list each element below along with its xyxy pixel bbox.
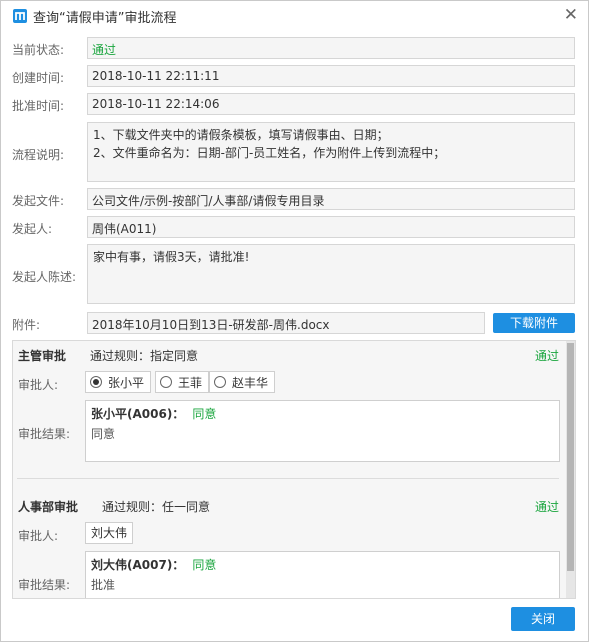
process-line: 1、下载文件夹中的请假条模板，填写请假事由、日期；: [93, 128, 389, 142]
hr-approval-title: 人事部审批: [18, 500, 79, 514]
result-decision: 同意: [192, 407, 217, 421]
radio-unchecked-icon: [160, 376, 172, 388]
result-approver-name: 张小平(A006)：: [91, 407, 185, 421]
hr-approver-chip: 刘大伟: [85, 522, 134, 544]
close-icon[interactable]: ✕: [564, 6, 578, 24]
approver-option-zhao[interactable]: 赵丰华: [209, 371, 276, 393]
result-decision: 同意: [192, 558, 217, 572]
created-time-label: 创建时间:: [12, 71, 65, 85]
app-logo-icon: [13, 9, 27, 23]
approval-result-label: 审批结果:: [18, 427, 71, 441]
approver-option-zhang[interactable]: 张小平: [85, 371, 152, 393]
process-line: 2、文件重命名为：日期-部门-员工姓名，作为附件上传到流程中；: [93, 146, 446, 160]
close-button[interactable]: 关闭: [511, 607, 575, 631]
dialog-titlebar: 查询“请假申请”审批流程 ✕: [1, 1, 588, 31]
approved-time-label: 批准时间:: [12, 99, 65, 113]
result-comment: 批准: [91, 578, 116, 592]
approver-option-label: 张小平: [108, 375, 145, 390]
status-field: 通过: [87, 37, 575, 59]
status-label: 当前状态:: [12, 43, 65, 57]
radio-checked-icon: [90, 376, 102, 388]
process-description-field: 1、下载文件夹中的请假条模板，填写请假事由、日期； 2、文件重命名为：日期-部门…: [87, 122, 575, 182]
section-divider: [17, 478, 559, 479]
hr-approval-rule: 通过规则：任一同意: [102, 500, 211, 514]
dialog-title: 查询“请假申请”审批流程: [33, 11, 177, 26]
supervisor-approval-rule: 通过规则：指定同意: [90, 349, 199, 363]
approved-time-field: 2018-10-11 22:14:06: [87, 93, 575, 115]
radio-unchecked-icon: [214, 376, 226, 388]
initiator-statement-field: 家中有事，请假3天，请批准!: [87, 244, 575, 304]
approval-steps-panel[interactable]: 主管审批 通过规则：指定同意 通过 审批人: 张小平 王菲 赵丰华 审批结果: …: [12, 340, 576, 599]
supervisor-approval-status: 通过: [534, 349, 559, 363]
hr-approval-result: 刘大伟(A007)： 同意 批准: [85, 551, 560, 598]
download-attachment-button[interactable]: 下载附件: [493, 313, 575, 333]
attachment-field: 2018年10月10日到13日-研发部-周伟.docx: [87, 312, 485, 334]
approver-option-label: 王菲: [178, 375, 203, 390]
approver-option-label: 赵丰华: [232, 375, 269, 390]
approver-label: 审批人:: [18, 378, 59, 392]
attachment-label: 附件:: [12, 318, 41, 332]
scrollbar-thumb[interactable]: [567, 343, 574, 571]
result-comment: 同意: [91, 427, 116, 441]
source-file-label: 发起文件:: [12, 194, 65, 208]
approval-process-dialog: 查询“请假申请”审批流程 ✕ 当前状态: 通过 创建时间: 2018-10-11…: [0, 0, 589, 642]
hr-approval-status: 通过: [534, 500, 559, 514]
supervisor-approval-title: 主管审批: [18, 349, 67, 363]
supervisor-approval-result: 张小平(A006)： 同意 同意: [85, 400, 560, 462]
approval-result-label: 审批结果:: [18, 578, 71, 592]
source-file-field: 公司文件/示例-按部门/人事部/请假专用目录: [87, 188, 575, 210]
result-approver-name: 刘大伟(A007)：: [91, 558, 185, 572]
initiator-statement-label: 发起人陈述:: [12, 270, 77, 284]
approver-option-wang[interactable]: 王菲: [155, 371, 210, 393]
initiator-label: 发起人:: [12, 222, 53, 236]
process-description-label: 流程说明:: [12, 148, 65, 162]
initiator-field: 周伟(A011): [87, 216, 575, 238]
approver-label: 审批人:: [18, 529, 59, 543]
vertical-scrollbar[interactable]: [566, 341, 575, 598]
created-time-field: 2018-10-11 22:11:11: [87, 65, 575, 87]
